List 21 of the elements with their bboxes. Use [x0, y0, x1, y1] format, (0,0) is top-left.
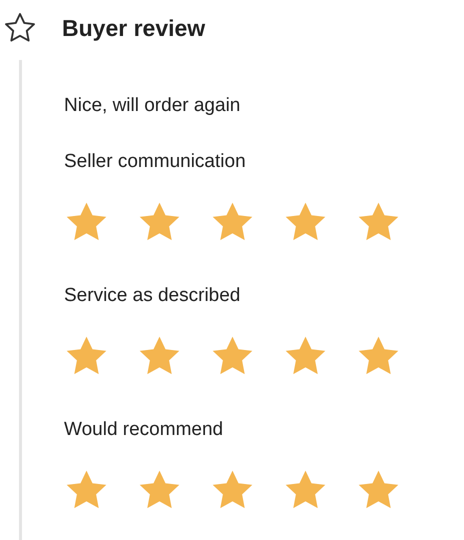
star-icon	[285, 336, 326, 375]
star-icon	[285, 202, 326, 241]
star-icon	[358, 470, 399, 509]
section-title: Buyer review	[62, 14, 206, 42]
rating-label: Would recommend	[64, 418, 224, 442]
star-icon	[66, 202, 107, 241]
rating-label: Seller communication	[64, 150, 247, 174]
star-icon	[212, 202, 253, 241]
rating-label: Service as described	[64, 284, 242, 308]
star-icon	[358, 336, 399, 375]
star-icon	[66, 336, 107, 375]
star-icon	[212, 336, 253, 375]
review-comment: Nice, will order again	[64, 94, 242, 118]
star-icon	[66, 470, 107, 509]
star-icon	[212, 470, 253, 509]
star-outline-icon	[4, 12, 36, 44]
star-icon	[358, 202, 399, 241]
star-icon	[139, 470, 180, 509]
star-icon	[285, 470, 326, 509]
star-icon	[139, 202, 180, 241]
star-icon	[139, 336, 180, 375]
